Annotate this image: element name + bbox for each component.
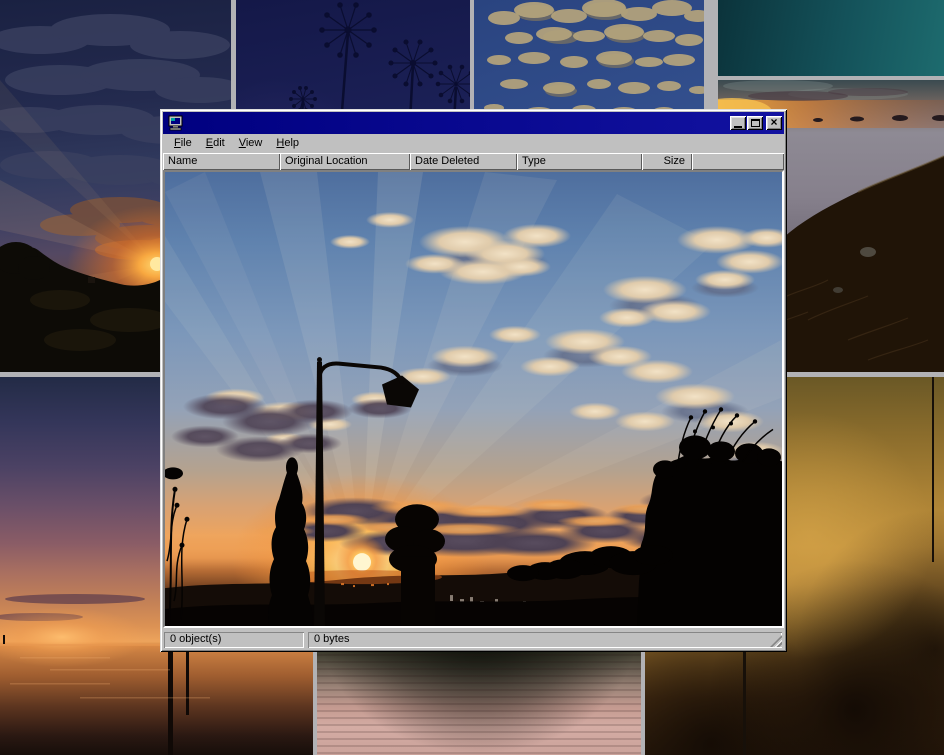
menu-view[interactable]: View [232,135,270,152]
close-icon: × [770,117,777,127]
column-header-original-location[interactable]: Original Location [280,153,410,170]
plant-stalk [743,647,746,755]
plant-stalk [932,377,934,562]
menu-edit[interactable]: Edit [199,135,232,152]
column-header-name[interactable]: Name [163,153,280,170]
sunset-lamp-photo [165,172,782,626]
column-header-filler [692,153,784,170]
close-button[interactable]: × [766,116,782,130]
tile-gap [718,76,944,80]
status-bar: 0 object(s) 0 bytes [163,628,784,649]
minimize-button[interactable] [730,116,746,130]
menu-file[interactable]: File [167,135,199,152]
minimize-icon [734,126,742,128]
column-header-type[interactable]: Type [517,153,642,170]
recycle-bin-window: × File Edit View Help Name Original Loca… [160,109,787,652]
menu-bar: File Edit View Help [163,134,784,153]
maximize-button[interactable] [747,116,763,130]
computer-icon[interactable] [167,115,185,131]
list-view-area[interactable] [163,170,784,628]
list-column-headers: Name Original Location Date Deleted Type… [163,153,784,170]
column-header-size[interactable]: Size [642,153,692,170]
maximize-icon [751,119,760,127]
status-size: 0 bytes [308,632,782,648]
status-object-count: 0 object(s) [164,632,304,648]
bg-teal-sky-photo [718,0,944,76]
column-header-date-deleted[interactable]: Date Deleted [410,153,517,170]
titlebar[interactable]: × [163,112,784,134]
desktop: × File Edit View Help Name Original Loca… [0,0,944,755]
menu-help[interactable]: Help [269,135,306,152]
